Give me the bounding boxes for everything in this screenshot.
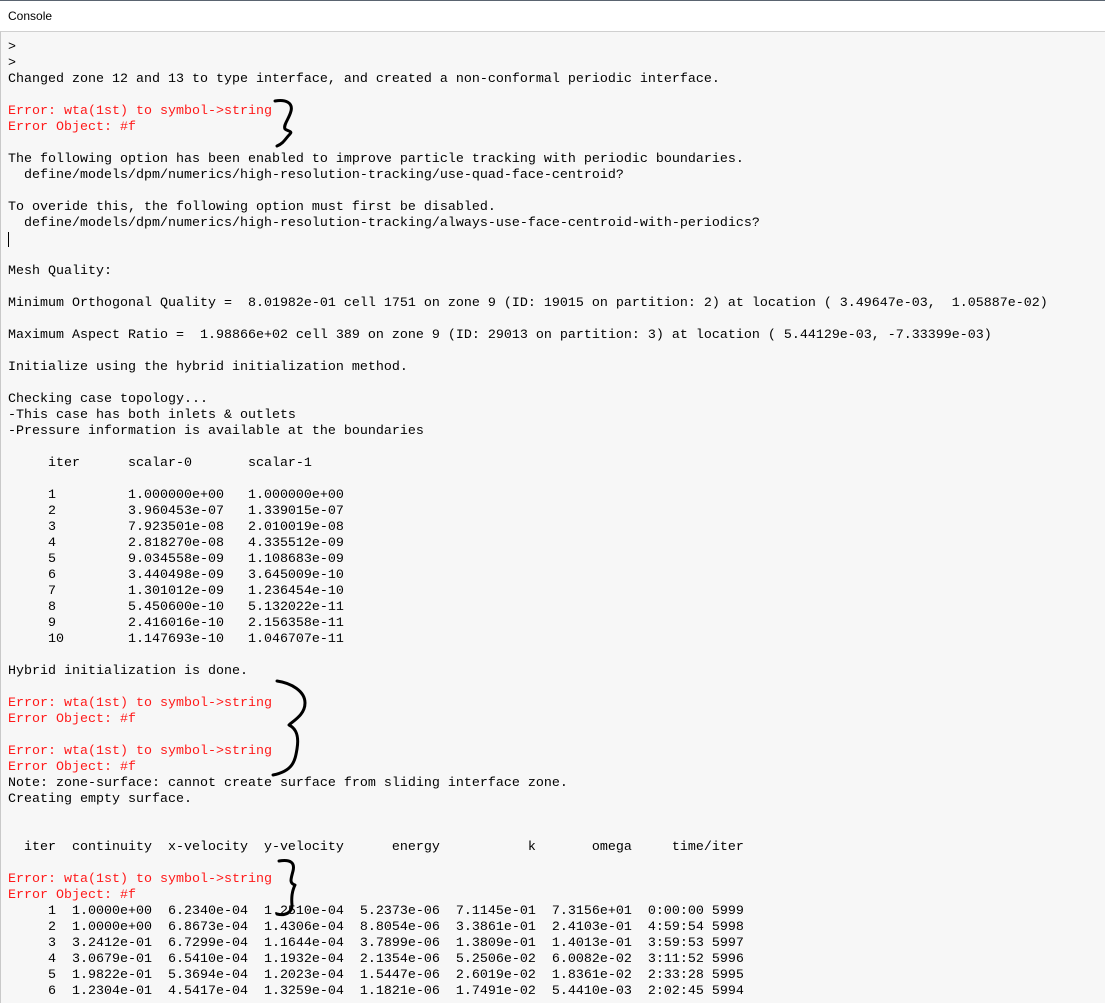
console-lines: > > Changed zone 12 and 13 to type interfa… <box>8 40 1048 1000</box>
console-line: 3 3.2412e-01 6.7299e-04 1.1644e-04 3.789… <box>8 936 744 951</box>
console-line: 3 7.923501e-08 2.010019e-08 <box>8 520 344 535</box>
error-line: Error Object: #f <box>8 760 136 775</box>
console-line: 5 9.034558e-09 1.108683e-09 <box>8 552 344 567</box>
error-line: Error: wta(1st) to symbol->string <box>8 872 272 887</box>
console-output[interactable]: > > Changed zone 12 and 13 to type interfa… <box>0 31 1105 1003</box>
console-line: 4 2.818270e-08 4.335512e-09 <box>8 536 344 551</box>
error-line: Error Object: #f <box>8 888 136 903</box>
console-line: Changed zone 12 and 13 to type interface… <box>8 72 720 87</box>
console-line: 1 1.000000e+00 1.000000e+00 <box>8 488 344 503</box>
error-line: Error Object: #f <box>8 120 136 135</box>
console-line: iter continuity x-velocity y-velocity en… <box>8 840 744 855</box>
console-line: > <box>8 56 16 71</box>
console-line: 6 1.2304e-01 4.5417e-04 1.3259e-04 1.182… <box>8 984 744 999</box>
console-line: 4 3.0679e-01 6.5410e-04 1.1932e-04 2.135… <box>8 952 744 967</box>
error-line: Error: wta(1st) to symbol->string <box>8 696 272 711</box>
console-line: -Pressure information is available at th… <box>8 424 424 439</box>
console-line: 5 1.9822e-01 5.3694e-04 1.2023e-04 1.544… <box>8 968 744 983</box>
error-line: Error: wta(1st) to symbol->string <box>8 744 272 759</box>
console-line: 10 1.147693e-10 1.046707e-11 <box>8 632 344 647</box>
console-line: To overide this, the following option mu… <box>8 200 496 215</box>
error-line: Error Object: #f <box>8 712 136 727</box>
console-line: iter scalar-0 scalar-1 <box>8 456 312 471</box>
console-line: 9 2.416016e-10 2.156358e-11 <box>8 616 344 631</box>
error-line: Error: wta(1st) to symbol->string <box>8 104 272 119</box>
console-line: > <box>8 40 16 55</box>
console-line: Hybrid initialization is done. <box>8 664 248 679</box>
console-line: Checking case topology... <box>8 392 208 407</box>
console-line: 2 3.960453e-07 1.339015e-07 <box>8 504 344 519</box>
console-line: -This case has both inlets & outlets <box>8 408 296 423</box>
console-line: Minimum Orthogonal Quality = 8.01982e-01… <box>8 296 1048 311</box>
console-line: Mesh Quality: <box>8 264 112 279</box>
console-line: Creating empty surface. <box>8 792 192 807</box>
console-line <box>8 232 1048 248</box>
console-title-bar: Console <box>0 0 1105 31</box>
window-title: Console <box>8 9 53 23</box>
console-line: 8 5.450600e-10 5.132022e-11 <box>8 600 344 615</box>
text-cursor[interactable] <box>8 232 9 247</box>
console-line: Maximum Aspect Ratio = 1.98866e+02 cell … <box>8 328 992 343</box>
console-line: 6 3.440498e-09 3.645009e-10 <box>8 568 344 583</box>
console-line: The following option has been enabled to… <box>8 152 744 167</box>
console-line: 1 1.0000e+00 6.2340e-04 1.2510e-04 5.237… <box>8 904 744 919</box>
console-line: 2 1.0000e+00 6.8673e-04 1.4306e-04 8.805… <box>8 920 744 935</box>
console-line: 7 1.301012e-09 1.236454e-10 <box>8 584 344 599</box>
console-line: define/models/dpm/numerics/high-resoluti… <box>8 216 760 231</box>
console-line: define/models/dpm/numerics/high-resoluti… <box>8 168 624 183</box>
console-line: Initialize using the hybrid initializati… <box>8 360 408 375</box>
console-line: Note: zone-surface: cannot create surfac… <box>8 776 568 791</box>
